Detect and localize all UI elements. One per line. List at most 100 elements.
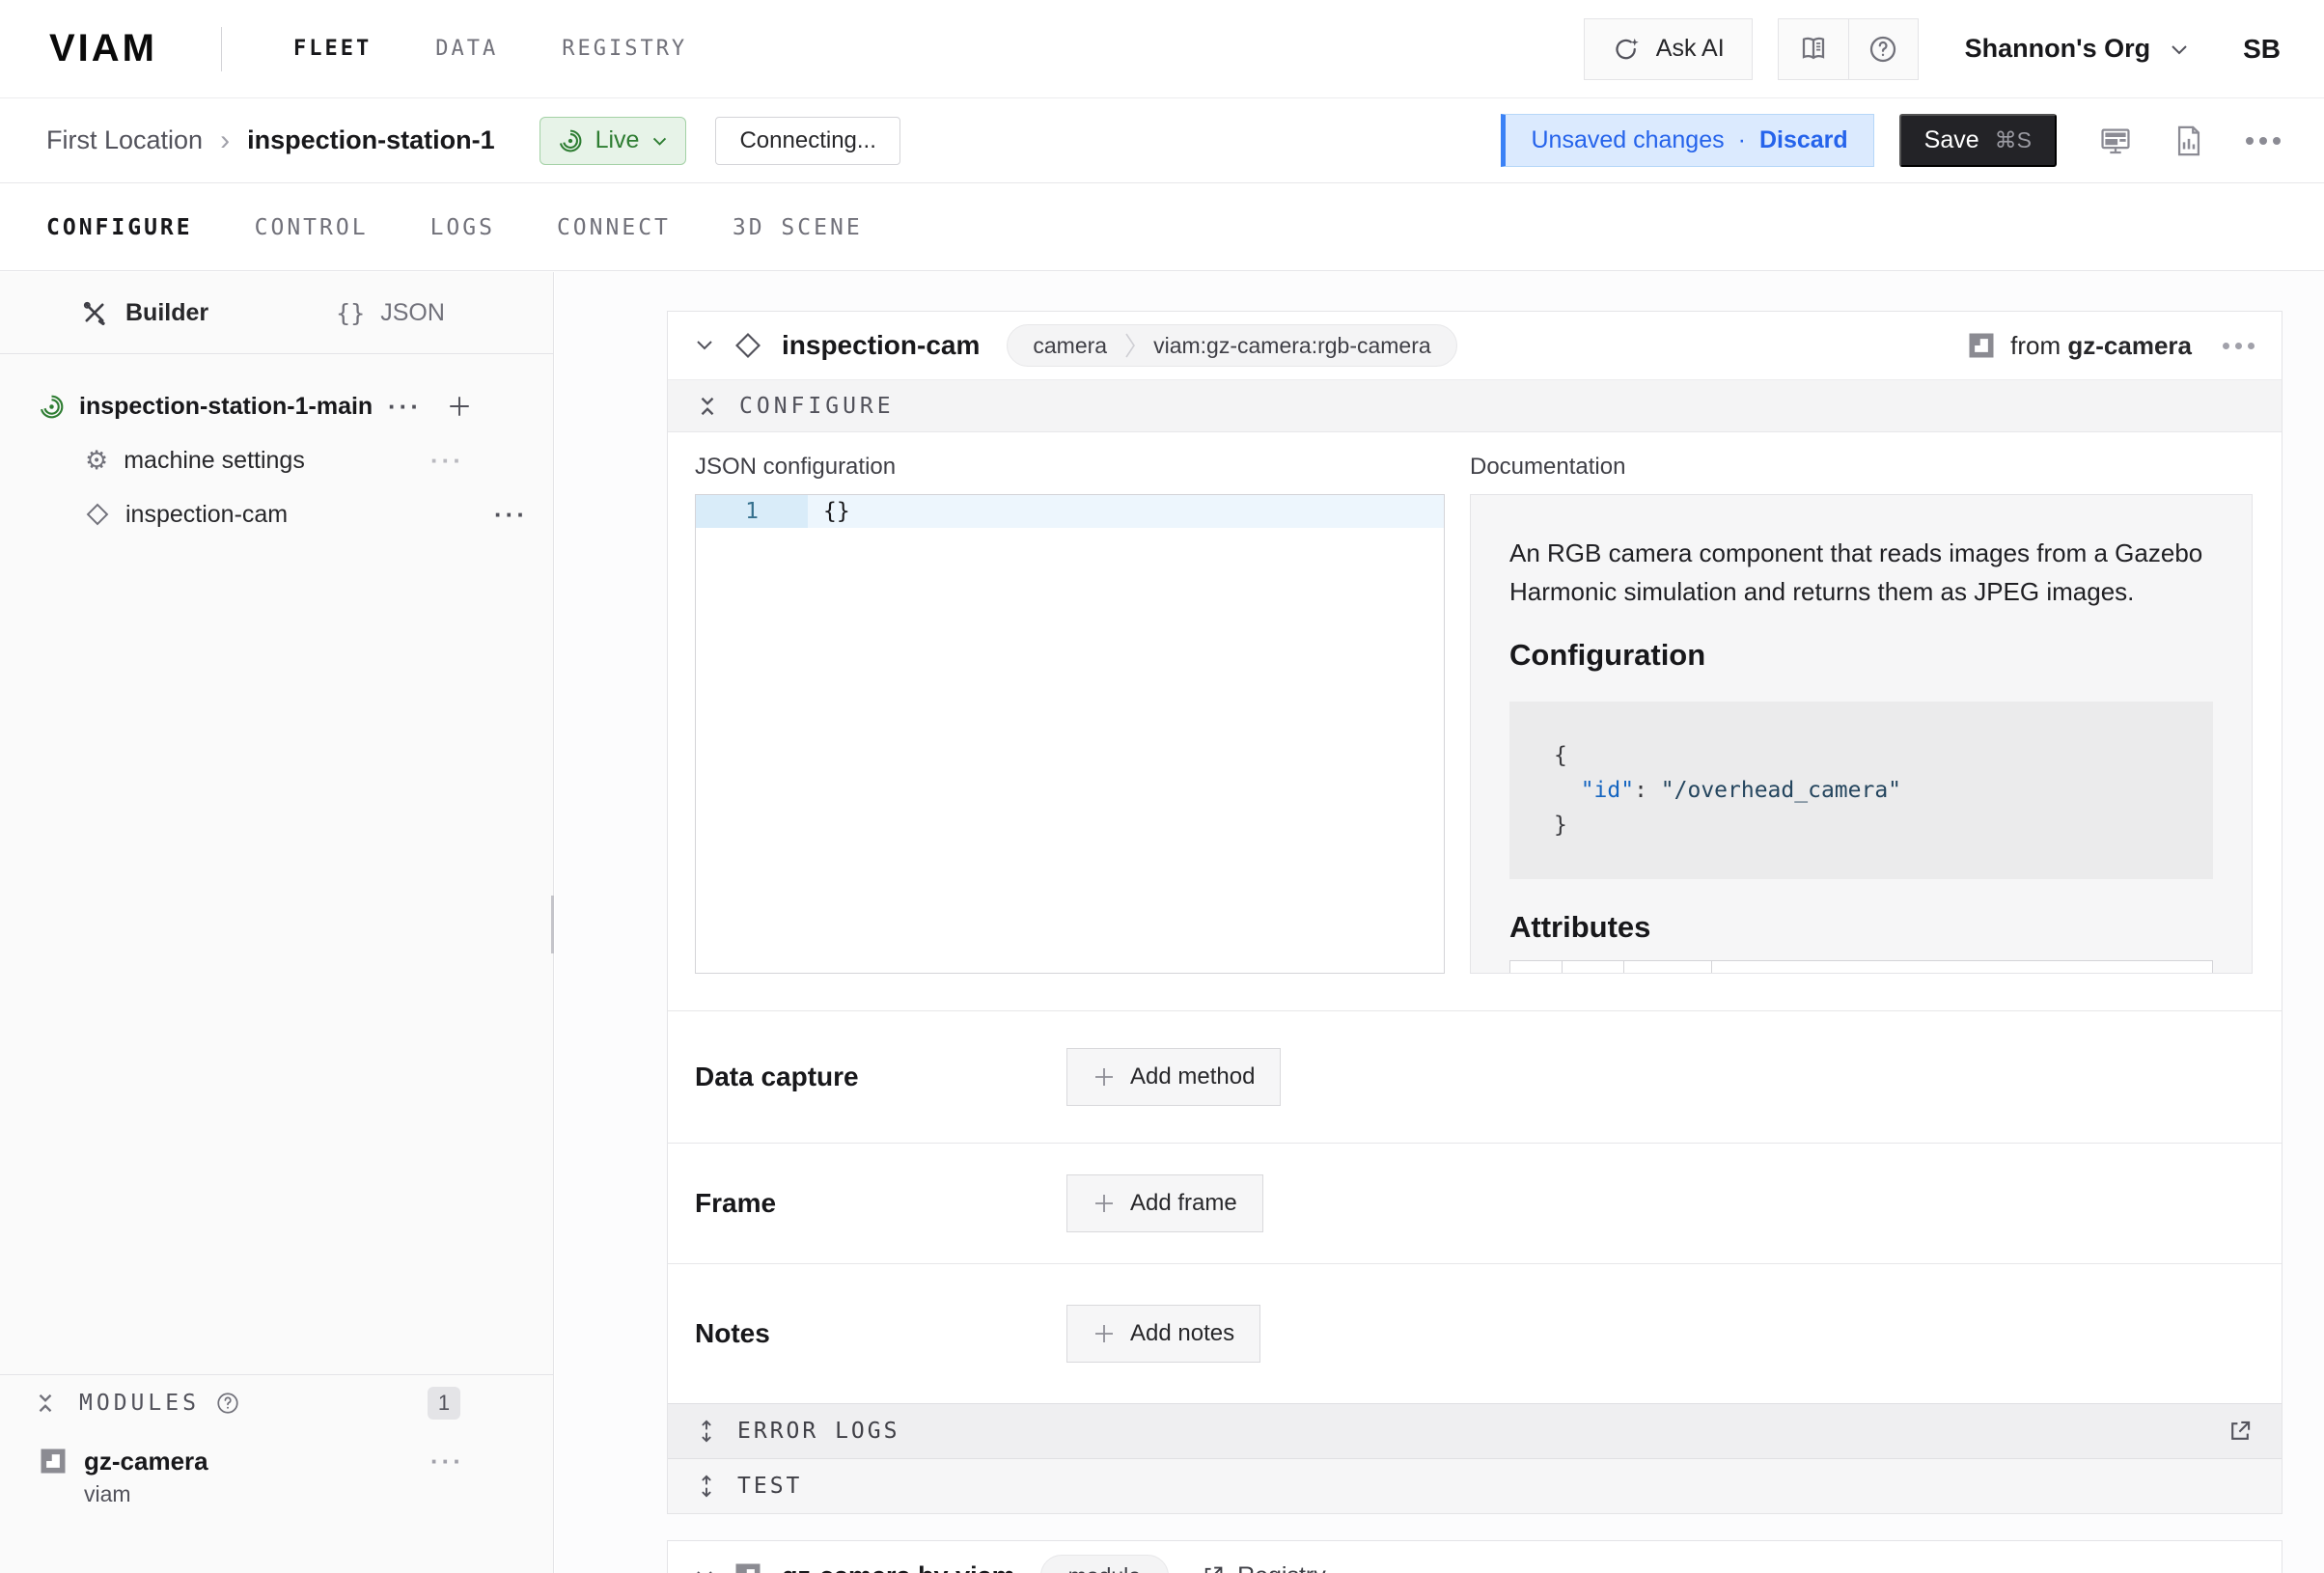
machine-more-menu[interactable] xyxy=(2246,137,2281,145)
tree-inspection-cam[interactable]: inspection-cam ··· xyxy=(0,487,553,541)
broadcast-icon xyxy=(558,128,583,153)
nav-fleet[interactable]: FLEET xyxy=(293,37,372,61)
test-bar[interactable]: TEST xyxy=(668,1458,2282,1513)
ask-ai-icon xyxy=(1612,35,1641,64)
modules-header: MODULES 1 xyxy=(0,1375,553,1431)
code-key: "id" xyxy=(1581,778,1634,803)
logo-divider xyxy=(221,27,222,71)
help-icon[interactable] xyxy=(1848,19,1918,79)
add-frame-label: Add frame xyxy=(1130,1190,1237,1217)
builder-json-toggle: Builder {} JSON xyxy=(0,272,553,354)
org-switcher[interactable]: Shannon's Org xyxy=(1965,34,2189,64)
nav-registry[interactable]: REGISTRY xyxy=(562,37,687,61)
add-method-button[interactable]: Add method xyxy=(1066,1048,1281,1106)
json-mode-label: JSON xyxy=(380,299,445,327)
module-card-header: gz-camera by viam module Registry xyxy=(695,1547,2255,1573)
module-item-menu[interactable]: ··· xyxy=(430,1447,464,1476)
module-icon xyxy=(1967,331,1996,360)
machine-settings-menu[interactable]: ··· xyxy=(430,446,464,476)
configure-section-bar[interactable]: CONFIGURE xyxy=(668,380,2282,432)
data-capture-row: Data capture Add method xyxy=(668,1010,2282,1143)
error-logs-bar[interactable]: ERROR LOGS xyxy=(668,1403,2282,1458)
open-logs-external-icon[interactable] xyxy=(2227,1419,2253,1444)
modules-section: MODULES 1 gz-camera viam ··· xyxy=(0,1374,553,1507)
avatar[interactable]: SB xyxy=(2243,34,2281,65)
main-part-menu[interactable]: ··· xyxy=(388,392,422,422)
frame-label: Frame xyxy=(695,1188,1066,1219)
data-capture-label: Data capture xyxy=(695,1062,1066,1092)
machine-page-icon[interactable] xyxy=(2099,124,2132,157)
inspection-cam-label: inspection-cam xyxy=(125,501,288,529)
tab-logs[interactable]: LOGS xyxy=(430,215,495,240)
add-notes-button[interactable]: Add notes xyxy=(1066,1305,1260,1363)
component-tree: inspection-station-1-main ··· ⚙ machine … xyxy=(0,354,553,541)
report-file-icon[interactable] xyxy=(2174,124,2203,157)
registry-link[interactable]: Registry xyxy=(1202,1562,1326,1573)
collapse-icon[interactable] xyxy=(35,1393,56,1414)
top-nav: FLEET DATA REGISTRY xyxy=(293,37,687,61)
tree-main-part[interactable]: inspection-station-1-main ··· xyxy=(0,379,553,433)
machine-bar: First Location › inspection-station-1 Li… xyxy=(0,98,2324,183)
line-number: 1 xyxy=(696,495,808,528)
module-list-item[interactable]: gz-camera viam ··· xyxy=(0,1447,553,1507)
add-component-button[interactable] xyxy=(447,394,472,419)
module-icon xyxy=(733,1561,762,1573)
documentation-label: Documentation xyxy=(1470,454,2253,481)
tab-control[interactable]: CONTROL xyxy=(255,215,369,240)
configure-section-body: JSON configuration 1 {} Documentation An… xyxy=(668,432,2282,1010)
notes-row: Notes Add notes xyxy=(668,1263,2282,1403)
registry-label: Registry xyxy=(1237,1562,1326,1573)
tab-3d-scene[interactable]: 3D SCENE xyxy=(733,215,863,240)
braces-icon: {} xyxy=(336,299,365,327)
save-label: Save xyxy=(1924,126,1979,154)
component-category: camera xyxy=(1033,333,1107,359)
module-name: gz-camera xyxy=(84,1447,208,1476)
notes-label: Notes xyxy=(695,1318,1066,1349)
connection-status-button[interactable]: Connecting... xyxy=(715,117,899,165)
gear-icon: ⚙ xyxy=(85,448,108,474)
live-status-label: Live xyxy=(595,126,640,154)
frame-row: Frame Add frame xyxy=(668,1143,2282,1263)
live-status-dropdown[interactable]: Live xyxy=(540,117,687,165)
error-logs-label: ERROR LOGS xyxy=(737,1419,899,1444)
save-button[interactable]: Save ⌘S xyxy=(1899,114,2057,167)
discard-button[interactable]: Discard xyxy=(1759,126,1848,154)
documentation-panel[interactable]: An RGB camera component that reads image… xyxy=(1470,494,2253,974)
breadcrumb-machine-name: inspection-station-1 xyxy=(247,125,495,155)
code-value: "/overhead_camera" xyxy=(1661,778,1901,803)
chevron-down-icon xyxy=(2170,42,2189,56)
component-card-header: inspection-cam camera viam:gz-camera:rgb… xyxy=(668,312,2282,380)
from-module-text: from gz-camera xyxy=(2010,331,2192,361)
expand-icon xyxy=(697,1475,716,1498)
tab-configure[interactable]: CONFIGURE xyxy=(46,215,193,240)
viam-logo[interactable]: VIAM xyxy=(49,27,157,70)
ask-ai-button[interactable]: Ask AI xyxy=(1584,18,1753,80)
from-module-name[interactable]: gz-camera xyxy=(2067,331,2192,360)
docs-book-icon[interactable] xyxy=(1779,19,1848,79)
chevron-down-icon xyxy=(651,135,668,147)
configure-section-label: CONFIGURE xyxy=(739,394,895,419)
inspection-cam-card: inspection-cam camera viam:gz-camera:rgb… xyxy=(667,311,2282,1514)
unsaved-changes-banner: Unsaved changes · Discard xyxy=(1501,114,1873,167)
main-part-name: inspection-station-1-main xyxy=(79,393,373,421)
breadcrumb-location[interactable]: First Location xyxy=(46,125,203,155)
tab-connect[interactable]: CONNECT xyxy=(557,215,671,240)
collapse-chevron-icon[interactable] xyxy=(695,1569,714,1573)
machine-part-icon xyxy=(39,394,65,420)
plus-icon xyxy=(1093,1192,1116,1215)
module-card-title: gz-camera by viam xyxy=(782,1561,1015,1573)
json-config-editor[interactable]: 1 {} xyxy=(695,494,1445,974)
json-mode-button[interactable]: {} JSON xyxy=(336,299,445,327)
module-type-pill: module xyxy=(1040,1555,1169,1573)
nav-data[interactable]: DATA xyxy=(435,37,498,61)
collapse-chevron-icon[interactable] xyxy=(695,339,714,352)
test-label: TEST xyxy=(737,1474,802,1499)
external-link-icon xyxy=(1202,1564,1225,1573)
add-frame-button[interactable]: Add frame xyxy=(1066,1174,1263,1232)
builder-mode-button[interactable]: Builder xyxy=(81,299,208,327)
module-org: viam xyxy=(84,1481,208,1507)
modules-help-icon[interactable] xyxy=(215,1391,240,1416)
inspection-cam-menu[interactable]: ··· xyxy=(494,500,528,530)
component-more-menu[interactable] xyxy=(2223,343,2255,349)
tree-machine-settings[interactable]: ⚙ machine settings ··· xyxy=(0,433,553,487)
